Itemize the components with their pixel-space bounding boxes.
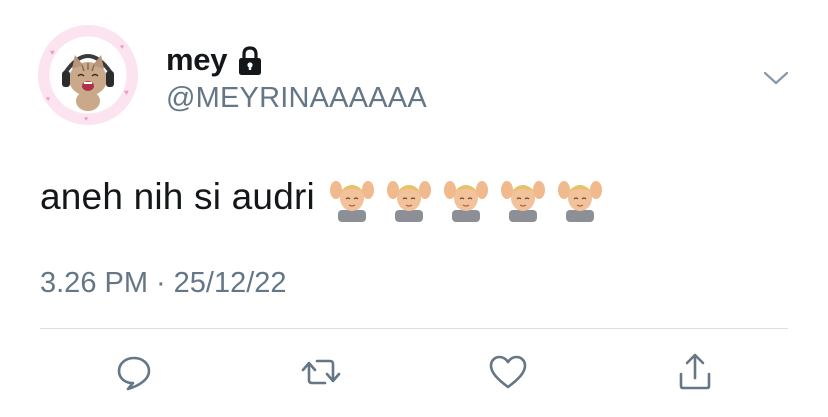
retweet-button[interactable] — [299, 350, 343, 394]
emoji-row — [329, 172, 614, 222]
chevron-down-icon[interactable] — [762, 68, 790, 88]
face-massage-emoji — [557, 181, 602, 222]
timestamp-separator: · — [156, 267, 166, 299]
face-massage-emoji — [443, 181, 488, 222]
retweet-icon — [301, 359, 341, 385]
lock-icon — [236, 46, 264, 76]
tweet-action-bar — [0, 348, 828, 398]
share-icon — [679, 353, 711, 390]
reply-button[interactable] — [112, 350, 156, 394]
svg-text:♥: ♥ — [46, 96, 50, 103]
like-button[interactable] — [486, 350, 530, 394]
svg-text:♥: ♥ — [84, 116, 88, 123]
face-massage-emoji — [500, 181, 545, 222]
comment-icon — [117, 356, 151, 391]
svg-text:♥: ♥ — [124, 88, 129, 97]
tweet-text: aneh nih si audri — [40, 176, 315, 217]
tweet-text-row: aneh nih si audri — [40, 172, 614, 222]
divider — [40, 328, 788, 329]
cat-avatar-illustration: ♥ ♥ ♥ ♥ ♥ — [46, 44, 129, 123]
handle[interactable]: @MEYRINAAAAAA — [166, 82, 427, 115]
share-button[interactable] — [673, 350, 717, 394]
face-massage-emoji — [329, 181, 374, 222]
display-name[interactable]: mey — [166, 42, 227, 78]
avatar[interactable]: ♥ ♥ ♥ ♥ ♥ — [38, 25, 138, 125]
tweet-date: 25/12/22 — [173, 267, 287, 299]
heart-icon — [489, 355, 527, 389]
author-name-row: mey — [166, 40, 264, 80]
svg-text:♥: ♥ — [120, 44, 124, 51]
svg-text:♥: ♥ — [50, 48, 55, 57]
face-massage-emoji — [386, 181, 431, 222]
tweet-time: 3.26 PM — [40, 267, 148, 299]
tweet-timestamp[interactable]: 3.26 PM · 25/12/22 — [40, 267, 287, 300]
